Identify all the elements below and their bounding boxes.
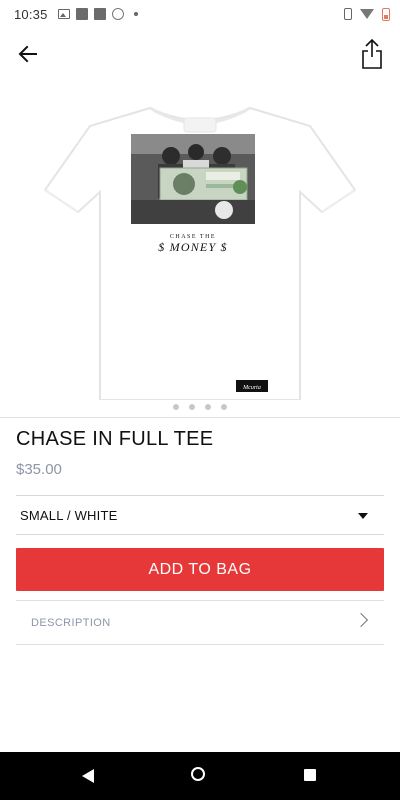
carousel-dot-4[interactable] — [221, 404, 227, 410]
shirt-graphic-line2: $ MONEY $ — [158, 240, 227, 254]
status-time: 10:35 — [14, 6, 48, 22]
system-navigation-bar — [0, 752, 400, 800]
app-notification-icon — [75, 8, 88, 20]
carousel-dot-2[interactable] — [189, 404, 195, 410]
wifi-icon — [360, 9, 374, 19]
system-icons — [344, 0, 390, 28]
notification-icons — [57, 8, 138, 20]
image-divider — [0, 417, 400, 418]
carousel-dot-1[interactable] — [173, 404, 179, 410]
variant-selected-value: SMALL / WHITE — [20, 508, 118, 523]
description-row[interactable]: DESCRIPTION — [16, 600, 384, 645]
description-label: DESCRIPTION — [31, 617, 111, 629]
variant-selector[interactable]: SMALL / WHITE — [16, 495, 384, 535]
caret-down-icon — [358, 513, 368, 519]
product-image[interactable]: CHASE THE $ MONEY $ Mcurta — [0, 60, 400, 401]
add-to-bag-button[interactable]: ADD TO BAG — [16, 548, 384, 591]
status-bar: 10:35 — [0, 0, 400, 28]
carousel-dot-3[interactable] — [205, 404, 211, 410]
product-title: CHASE IN FULL TEE — [16, 428, 214, 450]
product-price: $35.00 — [16, 461, 62, 478]
vpn-notification-icon — [111, 8, 124, 20]
nav-home-icon[interactable] — [191, 767, 205, 781]
vibrate-icon — [344, 8, 352, 20]
battery-icon — [382, 7, 390, 21]
chevron-right-icon — [353, 612, 369, 628]
tshirt-image: CHASE THE $ MONEY $ Mcurta — [43, 106, 357, 401]
nav-back-icon[interactable] — [82, 769, 94, 783]
image-notification-icon — [57, 9, 70, 19]
app-notification-icon-2 — [93, 8, 106, 20]
image-carousel-indicator[interactable] — [0, 404, 400, 410]
shirt-tag-label: Mcurta — [242, 385, 261, 391]
more-notifications-icon — [133, 12, 138, 16]
nav-recents-icon[interactable] — [304, 769, 316, 781]
